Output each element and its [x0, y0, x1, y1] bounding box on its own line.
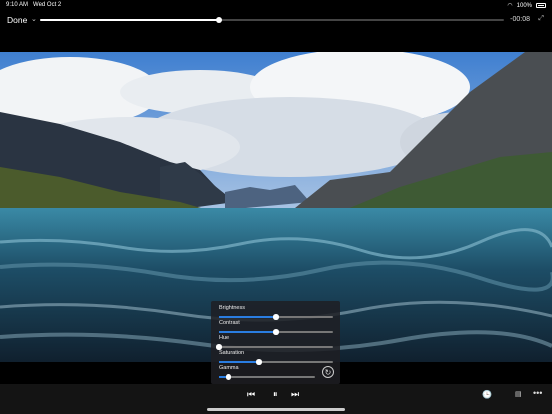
- home-indicator: [207, 408, 345, 411]
- done-button[interactable]: Done: [7, 15, 27, 25]
- previous-button[interactable]: ⏮: [247, 389, 255, 400]
- video-adjustments-panel: Brightness Contrast Hue Saturation Gamma: [211, 301, 340, 384]
- brightness-fill: [219, 316, 276, 318]
- status-time: 9:10 AM: [6, 2, 29, 8]
- scrubber-thumb[interactable]: [215, 17, 222, 23]
- contrast-label: Contrast: [219, 320, 240, 326]
- saturation-label: Saturation: [219, 350, 245, 356]
- time-remaining: -00:08: [510, 16, 530, 23]
- expand-icon[interactable]: ⤢: [538, 15, 544, 23]
- status-bar: 9:10 AM Wed Oct 2 ◠ 100%: [0, 0, 552, 12]
- player-bottom-bar: ⏮ ⏸ ⏭ 🕒 ▤ •••: [0, 384, 552, 414]
- brightness-slider[interactable]: [219, 314, 333, 320]
- pause-button[interactable]: ⏸: [273, 389, 278, 400]
- chevron-down-icon[interactable]: ⌄: [31, 15, 37, 23]
- status-date: Wed Oct 2: [33, 2, 62, 8]
- gamma-slider[interactable]: [219, 374, 315, 380]
- wifi-icon: ◠: [507, 3, 513, 9]
- saturation-slider[interactable]: [219, 359, 333, 365]
- more-icon[interactable]: •••: [533, 388, 542, 398]
- saturation-thumb[interactable]: [256, 359, 262, 365]
- contrast-thumb[interactable]: [273, 329, 279, 335]
- gamma-thumb[interactable]: [225, 374, 232, 380]
- status-right: ◠ 100%: [507, 2, 546, 9]
- clock-icon[interactable]: 🕒: [482, 390, 492, 399]
- hue-label: Hue: [219, 335, 230, 341]
- saturation-fill: [219, 361, 259, 363]
- contrast-fill: [219, 331, 276, 333]
- reset-icon[interactable]: ↻: [322, 366, 334, 378]
- hue-slider[interactable]: [216, 344, 333, 350]
- contrast-slider[interactable]: [219, 329, 333, 335]
- brightness-label: Brightness: [219, 305, 245, 311]
- gamma-label: Gamma: [219, 365, 239, 371]
- brightness-thumb[interactable]: [273, 314, 279, 320]
- hue-thumb[interactable]: [216, 344, 222, 350]
- scrubber-track[interactable]: [40, 17, 504, 23]
- player-top-bar: Done ⌄ -00:08 ⤢: [0, 12, 552, 30]
- stats-icon[interactable]: ▤: [515, 390, 522, 398]
- status-left: 9:10 AM Wed Oct 2: [6, 2, 61, 8]
- battery-icon: [536, 3, 546, 8]
- battery-percent: 100%: [516, 2, 532, 9]
- scrubber-fill: [40, 19, 219, 21]
- next-button[interactable]: ⏭: [291, 389, 299, 400]
